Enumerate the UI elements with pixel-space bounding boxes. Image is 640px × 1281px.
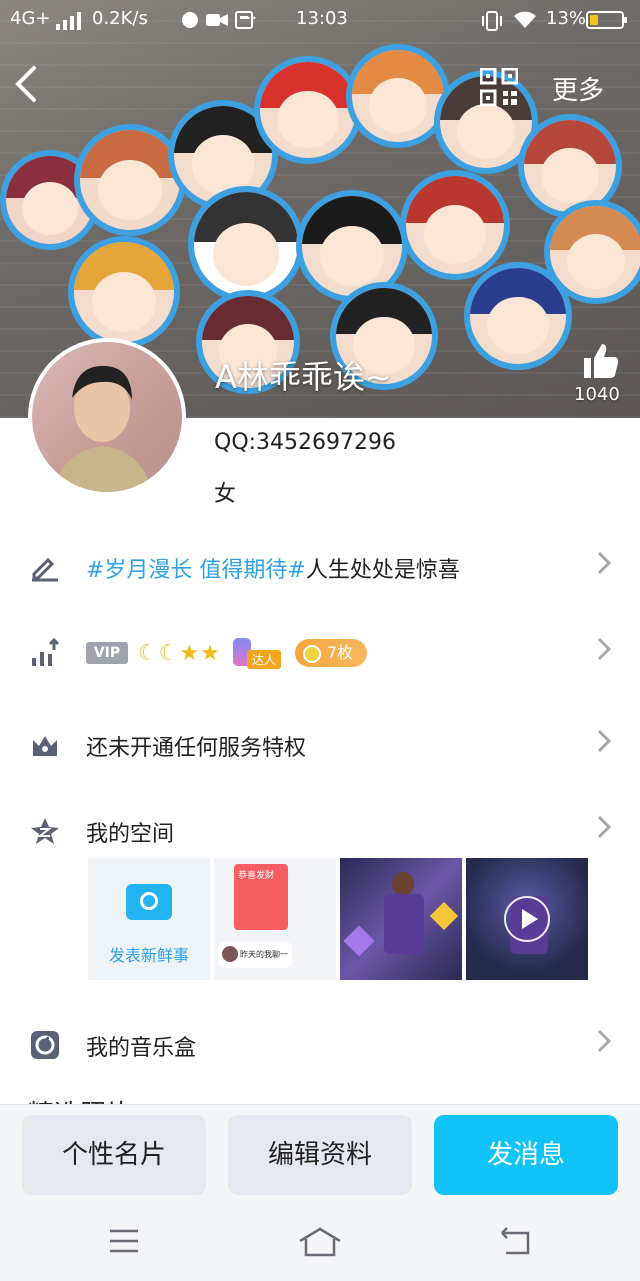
signature-content: 人生处处是惊喜 [305, 558, 460, 583]
chat-bubble-text: 昨天的我聊一 [240, 950, 288, 959]
send-message-button[interactable]: 发消息 [434, 1115, 618, 1195]
vip-badge: VIP [86, 642, 128, 664]
network-indicator: 4G+ [10, 8, 51, 29]
edit-profile-button[interactable]: 编辑资料 [228, 1115, 412, 1195]
space-thumbnails: 发表新鲜事 恭喜发财 昨天的我聊一 [88, 858, 588, 980]
play-icon [504, 896, 550, 942]
cover-decoration [400, 170, 510, 280]
avatar[interactable] [28, 338, 186, 496]
bottom-action-bar: 个性名片 编辑资料 发消息 [0, 1104, 640, 1281]
profile-card-button[interactable]: 个性名片 [22, 1115, 206, 1195]
level-row[interactable]: VIP ☾☾★★ 达人 7枚 [0, 624, 640, 684]
red-envelope-card: 恭喜发财 [234, 864, 288, 930]
cover-decoration [68, 236, 180, 348]
purple-heart-icon [343, 925, 375, 957]
more-notifications: ··· [240, 8, 258, 29]
chevron-right-icon [596, 1028, 612, 1061]
space-row[interactable]: 我的空间 [0, 802, 640, 862]
gender: 女 [214, 482, 237, 507]
post-new-label: 发表新鲜事 [108, 946, 189, 965]
signature-tags[interactable]: #岁月漫长 值得期待# [86, 558, 306, 583]
level-chart-icon [30, 637, 60, 668]
yellow-heart-icon [429, 901, 459, 931]
space-thumbnail[interactable] [340, 858, 462, 980]
red-envelope-text: 恭喜发财 [238, 871, 275, 881]
cover-decoration [254, 56, 362, 164]
pencil-icon [30, 552, 60, 582]
video-notification-icon [206, 12, 228, 33]
coins-count: 7枚 [326, 643, 354, 662]
chevron-right-icon [596, 550, 612, 583]
profile-nickname: A林乖乖诶~ [215, 358, 392, 396]
coins-badge[interactable]: 7枚 [294, 639, 368, 667]
coin-icon [302, 644, 321, 663]
thumbs-up-icon [584, 344, 619, 378]
like-count: 1040 [574, 384, 620, 405]
music-row[interactable]: 我的音乐盒 [0, 1016, 640, 1076]
player-jersey [384, 894, 424, 954]
player-head [392, 872, 414, 896]
vibrate-icon [482, 10, 502, 37]
cover-decoration [464, 262, 572, 370]
chevron-right-icon [596, 728, 612, 761]
post-new-button[interactable]: 发表新鲜事 [88, 858, 210, 980]
camera-icon [126, 884, 172, 920]
battery-icon [586, 11, 627, 29]
signal-icon [56, 12, 82, 35]
more-button[interactable]: 更多 [552, 70, 604, 107]
avatar-photo [52, 365, 152, 492]
qr-code-button[interactable] [479, 67, 519, 107]
space-title: 我的空间 [86, 822, 175, 847]
privilege-text: 还未开通任何服务特权 [86, 736, 307, 761]
qzone-star-icon [30, 816, 60, 846]
back-chevron-icon [15, 66, 36, 102]
chevron-right-icon [596, 814, 612, 847]
chevron-right-icon [596, 636, 612, 669]
daren-badge: 达人 [229, 638, 289, 669]
menu-icon[interactable] [108, 1227, 140, 1259]
net-speed: 0.2K/s [92, 8, 148, 29]
system-nav-bar [0, 1207, 640, 1281]
level-badges: VIP ☾☾★★ 达人 7枚 [86, 638, 368, 669]
qr-code-icon [479, 67, 519, 107]
wifi-icon [512, 10, 538, 35]
crown-icon [30, 730, 60, 760]
qq-number: QQ:3452697296 [214, 430, 397, 455]
signature-text: #岁月漫长 值得期待#人生处处是惊喜 [86, 552, 460, 584]
daren-label: 达人 [246, 650, 281, 669]
battery-percent: 13% [546, 8, 587, 29]
cover-decoration [188, 186, 304, 302]
back-button[interactable] [12, 64, 52, 112]
privilege-row[interactable]: 还未开通任何服务特权 [0, 716, 640, 776]
signature-row[interactable]: #岁月漫长 值得期待#人生处处是惊喜 [0, 538, 640, 598]
space-video-thumbnail[interactable] [466, 858, 588, 980]
music-title: 我的音乐盒 [86, 1036, 197, 1061]
home-icon[interactable] [298, 1227, 342, 1261]
back-nav-icon[interactable] [498, 1227, 532, 1259]
status-bar: 4G+ 0.2K/s ··· 13:03 13% [0, 0, 640, 40]
clock: 13:03 [296, 8, 348, 29]
space-thumbnail[interactable]: 恭喜发财 昨天的我聊一 [214, 858, 336, 980]
level-moon-star-icons: ☾☾★★ [138, 640, 221, 666]
chat-avatar [222, 946, 238, 962]
music-box-icon [30, 1030, 60, 1060]
app-notification-icon [180, 10, 200, 35]
